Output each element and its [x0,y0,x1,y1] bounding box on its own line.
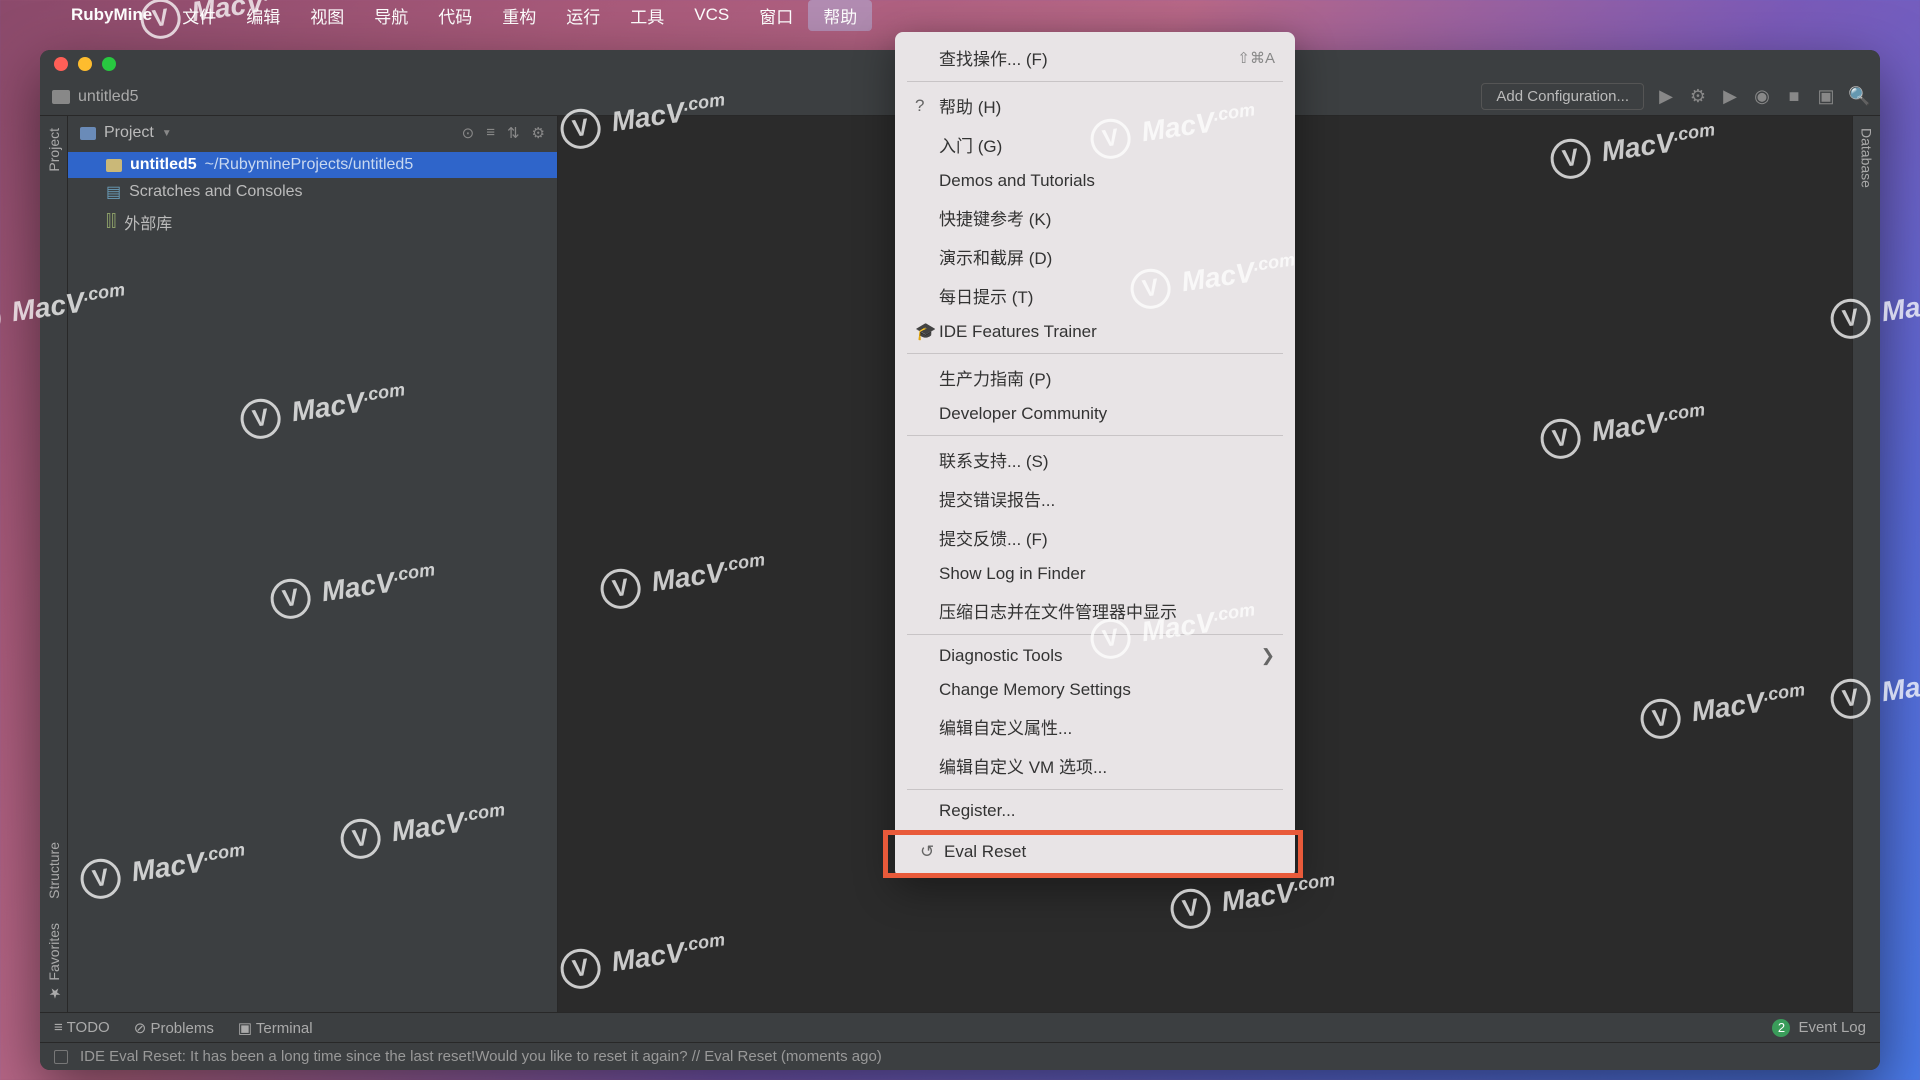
project-panel-header[interactable]: Project ▼ ⊙ ≡ ⇅ ⚙ [68,116,557,150]
help-item-register[interactable]: Register... [895,794,1295,828]
run-icon[interactable]: ▶ [1656,86,1676,107]
stop-icon[interactable]: ■ [1784,86,1804,107]
maximize-window-icon[interactable] [102,57,116,71]
bottom-tab-event-log[interactable]: Event Log [1798,1019,1866,1036]
status-checkbox[interactable] [54,1050,68,1064]
help-item-demos[interactable]: Demos and Tutorials [895,164,1295,198]
tree-item-name: Scratches and Consoles [129,183,302,201]
debug-icon[interactable]: ⚙ [1688,86,1708,107]
tree-item-scratches[interactable]: ▤ Scratches and Consoles [68,178,557,206]
status-text: IDE Eval Reset: It has been a long time … [80,1048,882,1065]
menu-refactor[interactable]: 重构 [487,3,551,28]
menu-run[interactable]: 运行 [551,3,615,28]
bottom-tab-todo[interactable]: ≡ TODO [54,1019,110,1036]
project-panel: Project ▼ ⊙ ≡ ⇅ ⚙ untitled5 ~/RubyminePr… [68,116,558,1012]
help-item-show-log[interactable]: Show Log in Finder [895,557,1295,591]
help-item-compress-log[interactable]: 压缩日志并在文件管理器中显示 [895,591,1295,630]
help-item-submit-feedback[interactable]: 提交反馈... (F) [895,518,1295,557]
help-item-eval-reset[interactable]: ↺Eval Reset [888,835,1298,869]
chevron-down-icon[interactable]: ▼ [162,128,172,139]
help-item-find-action[interactable]: 查找操作... (F)⇧⌘A [895,38,1295,77]
status-bar: IDE Eval Reset: It has been a long time … [40,1042,1880,1070]
menu-vcs[interactable]: VCS [679,5,744,25]
menu-edit[interactable]: 编辑 [231,3,295,28]
help-dropdown-menu: 查找操作... (F)⇧⌘A ?帮助 (H) 入门 (G) Demos and … [895,32,1295,878]
help-item-contact-support[interactable]: 联系支持... (S) [895,440,1295,479]
help-item-custom-vm[interactable]: 编辑自定义 VM 选项... [895,746,1295,785]
event-count-badge: 2 [1772,1019,1790,1037]
help-item-keymap-ref[interactable]: 快捷键参考 (K) [895,198,1295,237]
help-item-features-trainer[interactable]: 🎓IDE Features Trainer [895,315,1295,349]
help-item-diagnostic-tools[interactable]: Diagnostic Tools❯ [895,639,1295,673]
help-item-tip-of-day[interactable]: 每日提示 (T) [895,276,1295,315]
settings-icon[interactable]: ⚙ [532,124,545,142]
coverage-icon[interactable]: ▶ [1720,86,1740,107]
tree-item-name: 外部库 [124,210,172,234]
menu-code[interactable]: 代码 [423,3,487,28]
expand-icon[interactable]: ≡ [486,124,495,142]
add-configuration-button[interactable]: Add Configuration... [1481,83,1644,110]
chevron-right-icon: ❯ [1261,646,1275,666]
breadcrumb-text: untitled5 [78,88,139,106]
reset-icon: ↺ [920,842,934,862]
app-menu[interactable]: RubyMine [56,5,167,25]
help-item-getting-started[interactable]: 入门 (G) [895,125,1295,164]
project-panel-title: Project [104,124,154,142]
project-tree: untitled5 ~/RubymineProjects/untitled5 ▤… [68,150,557,240]
help-item-submit-bug[interactable]: 提交错误报告... [895,479,1295,518]
menu-separator [907,789,1283,790]
menu-tools[interactable]: 工具 [615,3,679,28]
help-item-productivity[interactable]: 生产力指南 (P) [895,358,1295,397]
menu-navigate[interactable]: 导航 [359,3,423,28]
tree-item-name: untitled5 [130,156,197,174]
profile-icon[interactable]: ◉ [1752,86,1772,107]
help-item-dev-community[interactable]: Developer Community [895,397,1295,431]
collapse-icon[interactable]: ⇅ [507,124,520,142]
highlighted-item-box: ↺Eval Reset [883,830,1303,878]
menu-window[interactable]: 窗口 [744,3,808,28]
tree-item-path: ~/RubymineProjects/untitled5 [205,156,414,174]
tree-item-project-root[interactable]: untitled5 ~/RubymineProjects/untitled5 [68,152,557,178]
close-window-icon[interactable] [54,57,68,71]
project-header-icon [80,127,96,140]
mac-menubar: RubyMine 文件 编辑 视图 导航 代码 重构 运行 工具 VCS 窗口 … [0,0,1920,30]
menu-separator [907,353,1283,354]
menu-separator [907,634,1283,635]
left-rail: Project Structure ★ Favorites [40,116,68,1012]
right-rail: Database [1852,116,1880,1012]
rail-tab-structure[interactable]: Structure [46,830,62,911]
menu-view[interactable]: 视图 [295,3,359,28]
layout-icon[interactable]: ▣ [1816,86,1836,107]
scratches-icon: ▤ [106,182,121,202]
rail-tab-favorites[interactable]: ★ Favorites [46,911,62,1012]
bottom-tab-terminal[interactable]: ▣ Terminal [238,1019,313,1037]
traffic-lights [54,57,116,71]
graduation-icon: 🎓 [915,322,936,342]
rail-tab-database[interactable]: Database [1859,116,1875,200]
bottom-toolbar: ≡ TODO ⊘ Problems ▣ Terminal 2 Event Log [40,1012,1880,1042]
minimize-window-icon[interactable] [78,57,92,71]
menu-separator [907,435,1283,436]
help-item-screencast[interactable]: 演示和截屏 (D) [895,237,1295,276]
menu-file[interactable]: 文件 [167,3,231,28]
menu-help[interactable]: 帮助 [808,0,872,31]
library-icon: ⫿⫿ [106,213,116,231]
bottom-tab-problems[interactable]: ⊘ Problems [134,1019,214,1037]
folder-icon [52,90,70,104]
search-icon[interactable]: 🔍 [1848,86,1868,107]
help-item-memory-settings[interactable]: Change Memory Settings [895,673,1295,707]
menu-separator [907,81,1283,82]
help-item-custom-props[interactable]: 编辑自定义属性... [895,707,1295,746]
locate-icon[interactable]: ⊙ [462,124,475,142]
shortcut-label: ⇧⌘A [1237,49,1275,67]
question-icon: ? [915,96,924,116]
help-item-help[interactable]: ?帮助 (H) [895,86,1295,125]
breadcrumb[interactable]: untitled5 [52,88,139,106]
folder-icon [106,159,122,172]
tree-item-external-libs[interactable]: ⫿⫿ 外部库 [68,206,557,238]
rail-tab-project[interactable]: Project [46,116,62,184]
